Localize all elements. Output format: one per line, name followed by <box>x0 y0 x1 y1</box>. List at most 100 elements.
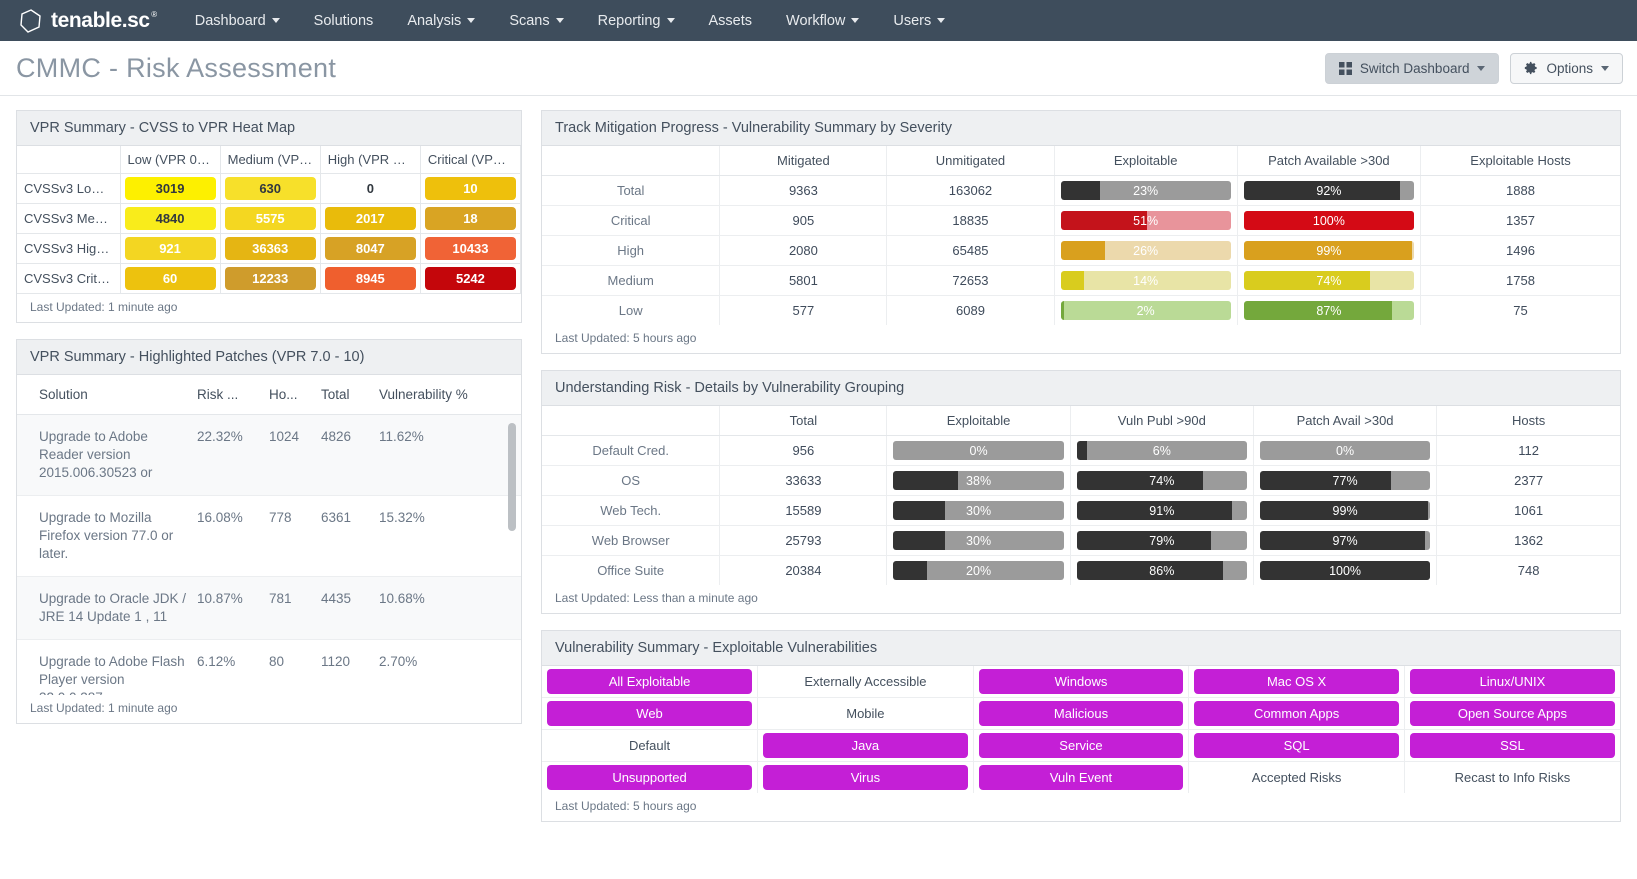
brand-logo[interactable]: tenable.sc ® <box>18 8 157 34</box>
vuln-publ-bar-cell[interactable]: 6% <box>1069 435 1254 466</box>
exploitable-grid-cell[interactable]: Web <box>542 697 759 730</box>
exploitable-grid-cell[interactable]: SQL <box>1188 729 1405 762</box>
exploitable-grid-cell[interactable]: Java <box>757 729 974 762</box>
exploitable-grid-cell[interactable]: Mobile <box>757 697 974 730</box>
patch-avail-bar-cell[interactable]: 0% <box>1252 435 1437 466</box>
exploitable-bar-cell[interactable]: 38% <box>886 465 1071 496</box>
exploitable-grid-cell[interactable]: SSL <box>1403 729 1620 762</box>
exploitable-bar-cell[interactable]: 14% <box>1053 265 1238 296</box>
patches-col-total[interactable]: Total <box>321 375 379 415</box>
exploitable-item-malicious[interactable]: Malicious <box>978 701 1184 726</box>
exploitable-item-recast-to-info-risks[interactable]: Recast to Info Risks <box>1410 765 1615 790</box>
nav-item-assets[interactable]: Assets <box>692 0 770 41</box>
heatmap-cell[interactable]: 2017 <box>319 203 421 234</box>
exploitable-grid-cell[interactable]: Common Apps <box>1188 697 1405 730</box>
exploitable-grid-cell[interactable]: Mac OS X <box>1188 666 1405 698</box>
exploitable-bar-cell[interactable]: 23% <box>1053 175 1238 206</box>
exploitable-bar-cell[interactable]: 0% <box>886 435 1071 466</box>
heatmap-cell[interactable]: 5242 <box>419 263 522 294</box>
switch-dashboard-button[interactable]: Switch Dashboard <box>1324 52 1500 84</box>
table-row[interactable]: Upgrade to Adobe Flash Player version 32… <box>17 639 521 695</box>
patches-col-risk[interactable]: Risk ... <box>197 375 269 415</box>
vuln-publ-bar-cell[interactable]: 79% <box>1069 525 1254 556</box>
exploitable-item-virus[interactable]: Virus <box>763 765 968 790</box>
exploitable-grid-cell[interactable]: All Exploitable <box>542 666 759 698</box>
exploitable-bar-cell[interactable]: 26% <box>1053 235 1238 266</box>
heatmap-cell[interactable]: 18 <box>419 203 522 234</box>
heatmap-cell[interactable]: 3019 <box>119 173 221 204</box>
exploitable-item-default[interactable]: Default <box>547 733 752 758</box>
patch-available-bar-cell[interactable]: 74% <box>1236 265 1421 296</box>
scrollbar-thumb[interactable] <box>508 423 516 531</box>
exploitable-item-windows[interactable]: Windows <box>978 669 1184 694</box>
nav-item-workflow[interactable]: Workflow <box>769 0 876 41</box>
table-row[interactable]: Upgrade to Oracle JDK / JRE 14 Update 1 … <box>17 576 521 640</box>
nav-item-users[interactable]: Users <box>876 0 962 41</box>
heatmap-cell[interactable]: 630 <box>219 173 321 204</box>
vuln-publ-bar-cell[interactable]: 74% <box>1069 465 1254 496</box>
exploitable-item-all-exploitable[interactable]: All Exploitable <box>547 669 753 694</box>
table-row[interactable]: Upgrade to Mozilla Firefox version 77.0 … <box>17 495 521 577</box>
patches-col-hosts[interactable]: Ho... <box>269 375 321 415</box>
exploitable-item-common-apps[interactable]: Common Apps <box>1194 701 1399 726</box>
nav-item-scans[interactable]: Scans <box>492 0 580 41</box>
exploitable-grid-cell[interactable]: Virus <box>757 761 974 793</box>
patches-col-vulnpct[interactable]: Vulnerability % <box>379 375 521 415</box>
exploitable-grid-cell[interactable]: Vuln Event <box>972 761 1190 793</box>
exploitable-item-externally-accessible[interactable]: Externally Accessible <box>763 669 968 694</box>
exploitable-item-vuln-event[interactable]: Vuln Event <box>978 765 1184 790</box>
heatmap-cell[interactable]: 921 <box>119 233 221 264</box>
exploitable-item-service[interactable]: Service <box>978 733 1184 758</box>
exploitable-grid-cell[interactable]: Accepted Risks <box>1188 761 1405 793</box>
exploitable-item-mac-os-x[interactable]: Mac OS X <box>1194 669 1399 694</box>
patch-available-bar-cell[interactable]: 100% <box>1236 205 1421 236</box>
heatmap-cell[interactable]: 8047 <box>319 233 421 264</box>
heatmap-cell[interactable]: 60 <box>119 263 221 294</box>
nav-item-solutions[interactable]: Solutions <box>297 0 391 41</box>
patch-avail-bar-cell[interactable]: 77% <box>1252 465 1437 496</box>
exploitable-grid-cell[interactable]: Linux/UNIX <box>1403 666 1620 698</box>
patch-available-bar-cell[interactable]: 99% <box>1236 235 1421 266</box>
heatmap-cell[interactable]: 12233 <box>219 263 321 294</box>
exploitable-bar-cell[interactable]: 51% <box>1053 205 1238 236</box>
patch-avail-bar-cell[interactable]: 100% <box>1252 555 1437 585</box>
heatmap-cell[interactable]: 10433 <box>419 233 522 264</box>
nav-item-analysis[interactable]: Analysis <box>390 0 492 41</box>
heatmap-cell[interactable]: 8945 <box>319 263 421 294</box>
exploitable-grid-cell[interactable]: Malicious <box>972 697 1190 730</box>
exploitable-item-java[interactable]: Java <box>763 733 968 758</box>
exploitable-bar-cell[interactable]: 20% <box>886 555 1071 585</box>
exploitable-item-sql[interactable]: SQL <box>1194 733 1399 758</box>
nav-item-reporting[interactable]: Reporting <box>581 0 692 41</box>
patches-scrollbar[interactable] <box>508 423 516 687</box>
exploitable-grid-cell[interactable]: Windows <box>972 666 1190 698</box>
exploitable-grid-cell[interactable]: Unsupported <box>542 761 759 793</box>
patches-col-solution[interactable]: Solution <box>17 375 197 415</box>
exploitable-grid-cell[interactable]: Externally Accessible <box>757 666 974 698</box>
heatmap-cell[interactable]: 36363 <box>219 233 321 264</box>
exploitable-bar-cell[interactable]: 30% <box>886 525 1071 556</box>
exploitable-grid-cell[interactable]: Recast to Info Risks <box>1403 761 1620 793</box>
heatmap-cell[interactable]: 5575 <box>219 203 321 234</box>
exploitable-item-accepted-risks[interactable]: Accepted Risks <box>1194 765 1399 790</box>
exploitable-item-web[interactable]: Web <box>547 701 753 726</box>
exploitable-grid-cell[interactable]: Default <box>542 729 759 762</box>
exploitable-item-mobile[interactable]: Mobile <box>763 701 968 726</box>
heatmap-cell[interactable]: 0 <box>319 173 421 204</box>
exploitable-grid-cell[interactable]: Service <box>972 729 1190 762</box>
exploitable-item-linux-unix[interactable]: Linux/UNIX <box>1409 669 1615 694</box>
table-row[interactable]: Upgrade to Adobe Reader version 2015.006… <box>17 415 521 496</box>
options-button[interactable]: Options <box>1510 52 1623 84</box>
patch-available-bar-cell[interactable]: 92% <box>1236 175 1421 206</box>
patch-avail-bar-cell[interactable]: 99% <box>1252 495 1437 526</box>
exploitable-bar-cell[interactable]: 2% <box>1053 295 1238 325</box>
heatmap-cell[interactable]: 4840 <box>119 203 221 234</box>
patch-avail-bar-cell[interactable]: 97% <box>1252 525 1437 556</box>
heatmap-cell[interactable]: 10 <box>419 173 522 204</box>
nav-item-dashboard[interactable]: Dashboard <box>178 0 297 41</box>
vuln-publ-bar-cell[interactable]: 86% <box>1069 555 1254 585</box>
exploitable-item-unsupported[interactable]: Unsupported <box>547 765 753 790</box>
exploitable-bar-cell[interactable]: 30% <box>886 495 1071 526</box>
patch-available-bar-cell[interactable]: 87% <box>1236 295 1421 325</box>
exploitable-item-open-source-apps[interactable]: Open Source Apps <box>1409 701 1615 726</box>
